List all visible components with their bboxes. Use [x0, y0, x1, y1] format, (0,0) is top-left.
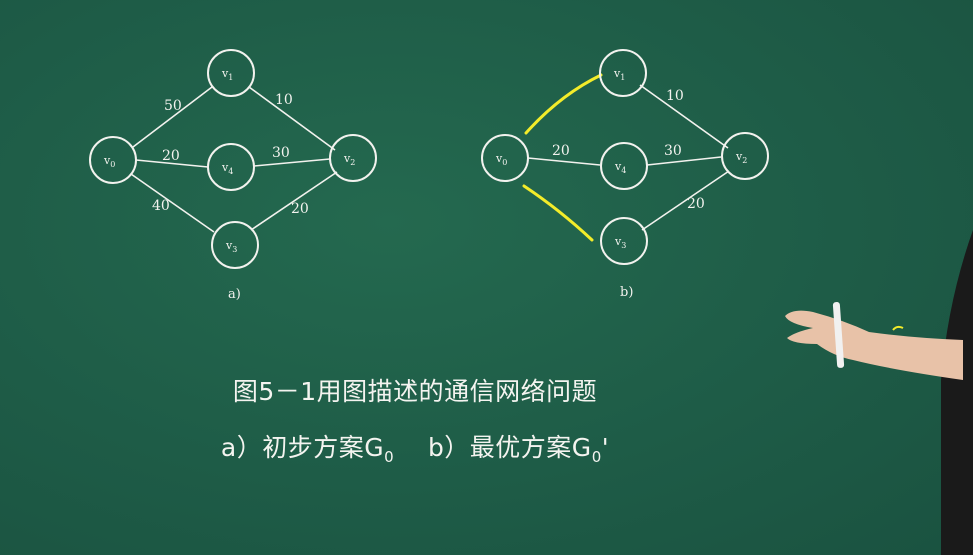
svg-text:v3: v3 [614, 235, 626, 250]
edge-b-v4-v2 [646, 156, 722, 166]
node-b-v4: v4 [600, 142, 648, 190]
svg-text:v2: v2 [735, 150, 747, 165]
edge-a-v0-v1 [132, 86, 213, 148]
edge-a-v4-v2 [253, 158, 331, 167]
chalkboard: 50 20 40 10 30 20 v0 v1 v4 v2 v3 a) 20 1… [0, 0, 973, 555]
edge-b-v0-v4 [527, 157, 601, 166]
svg-text:v0: v0 [103, 154, 115, 169]
svg-text:v1: v1 [613, 67, 625, 82]
node-a-v0: v0 [89, 136, 137, 184]
node-a-v2: v2 [329, 134, 377, 182]
graph-a: 50 20 40 10 30 20 v0 v1 v4 v2 v3 a) [89, 49, 377, 302]
panel-label-a: a) [228, 287, 241, 302]
weight-a-v1-v2: 10 [275, 92, 293, 108]
svg-text:v1: v1 [221, 67, 233, 82]
edge-b-v3-v2 [641, 170, 730, 231]
edge-a-v0-v3 [130, 173, 215, 233]
panel-label-b: b) [620, 285, 633, 300]
weight-b-v0-v4: 20 [552, 143, 570, 159]
node-b-v0: v0 [481, 134, 529, 182]
weight-a-v0-v1: 50 [164, 98, 182, 114]
node-a-v3: v3 [211, 221, 259, 269]
weight-b-v4-v2: 30 [664, 143, 682, 159]
weight-a-v4-v2: 30 [272, 145, 290, 161]
svg-text:v0: v0 [495, 152, 507, 167]
weight-b-v1-v2: 10 [666, 88, 684, 104]
weight-a-v3-v2: 20 [291, 201, 309, 217]
svg-text:v2: v2 [343, 152, 355, 167]
node-a-v1: v1 [207, 49, 255, 97]
svg-text:v4: v4 [614, 160, 626, 175]
node-a-v4: v4 [207, 143, 255, 191]
caption-part-a: a）初步方案G0 [220, 433, 395, 466]
node-b-v2: v2 [721, 132, 769, 180]
weight-b-v3-v2: 20 [687, 196, 705, 212]
figure-caption-title: 图5－1用图描述的通信网络问题 [232, 377, 598, 406]
svg-text:v3: v3 [225, 239, 237, 254]
highlight-b-v0-v3 [522, 184, 594, 242]
node-b-v3: v3 [600, 217, 648, 265]
weight-a-v0-v3: 40 [152, 198, 170, 214]
highlight-b-v0-v1 [524, 73, 603, 135]
figure-caption-subtitle: a）初步方案G0 b）最优方案G0' [0, 428, 830, 466]
caption-part-b: b）最优方案G0' [427, 433, 610, 466]
graph-b: 20 10 30 20 v0 v1 v4 v2 v3 b) [481, 49, 769, 300]
edge-b-v1-v2 [639, 84, 729, 149]
svg-text:v4: v4 [221, 161, 233, 176]
node-b-v1: v1 [599, 49, 647, 97]
weight-a-v0-v4: 20 [162, 148, 180, 164]
